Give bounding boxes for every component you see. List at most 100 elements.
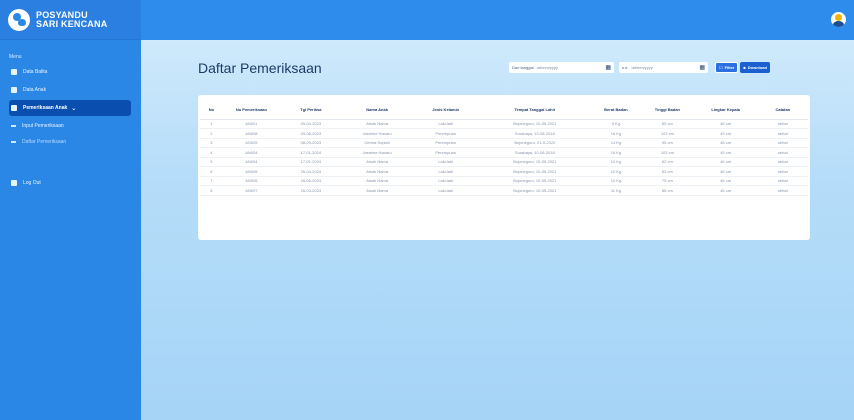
table-cell: 46 cm [693,166,758,177]
brand[interactable]: POSYANDU SARI KENCANA [0,0,141,40]
table-cell: Surabaya, 10-08-2018 [478,147,591,158]
filter-button-label: Filter [724,65,735,70]
start-date-input[interactable]: Dari tanggal dd/mm/yyyy ▦ [509,62,614,73]
table-cell: sehat [757,128,808,139]
table-cell: sehat [757,185,808,196]
table-cell: AN004 [222,147,280,158]
column-header: Jenis Kelamin [412,101,479,120]
column-header: Tgl Periksa [279,101,342,120]
table-cell: 8 [200,185,223,196]
sidebar: POSYANDU SARI KENCANA Menu Data Balita D… [0,0,141,420]
sidebar-item-label: Data Anak [23,87,47,93]
menu-heading: Menu [9,54,22,60]
table-cell: Perempuan [412,147,479,158]
table-cell: 05-04-2023 [279,119,342,129]
table-cell: 26-04-2024 [279,166,342,177]
table-row[interactable]: 6 AN005 26-04-2024 Aisah Nama Laki-laki Bojon… [200,166,808,177]
table-cell: 82 cm [641,157,694,167]
table-cell: 11 Kg [590,185,642,196]
table-row[interactable]: 7 AN005 26-06-2024 Aisah Nama Laki-laki Bojon… [200,176,808,186]
table-cell: sehat [757,157,808,167]
table-cell: 08-09-2023 [279,138,342,148]
table-cell: 103 cm [641,147,694,158]
table-cell: sehat [757,176,808,186]
submenu-item-input-pemeriksaan[interactable]: Input Pemeriksaan [9,118,131,133]
table-row[interactable]: 3 AN009 08-09-2023 Gerina Sopiah Perempuan Bo… [200,138,808,148]
calendar-icon[interactable]: ▦ [699,64,705,71]
column-header: Nama Anak [341,101,413,120]
table-cell: Laki-laki [412,119,479,129]
end-date-label: s.d. [622,65,629,70]
table-cell: 9 Kg [590,119,642,129]
table-cell: 3 [200,138,223,148]
user-avatar-icon[interactable] [831,12,846,27]
column-header: No Pemeriksaan [222,101,280,120]
table-cell: 75 cm [641,176,694,186]
table-cell: 103 cm [641,128,694,139]
download-icon: ■ [743,65,746,70]
calendar-icon[interactable]: ▦ [605,64,611,71]
table-cell: sehat [757,166,808,177]
table-row[interactable]: 5 AN004 17-01-2024 Aisah Nama Laki-laki Bojon… [200,157,808,167]
table-cell: AN007 [222,185,280,196]
sidebar-item-pemeriksaan-anak[interactable]: Pemeriksaan Anak ⌄ [9,100,131,116]
table-row[interactable]: 1 AN001 05-04-2023 Aisah Nama Laki-laki Bojon… [200,119,808,129]
start-date-placeholder: dd/mm/yyyy [536,65,558,70]
sidebar-item-logout[interactable]: Log Out [9,175,131,191]
submenu-dash-icon [11,124,16,127]
sidebar-item-data-anak[interactable]: Data Anak [9,82,131,98]
sidebar-item-label: Data Balita [23,69,48,75]
download-button[interactable]: ■ Download [740,62,770,73]
table-cell: 80 cm [641,119,694,129]
table-cell: Perempuan [412,138,479,148]
database-icon [11,69,17,75]
brand-line2: SARI KENCANA [36,18,108,29]
table-cell: 46 cm [693,119,758,129]
examination-table-card: No No Pemeriksaan Tgl Periksa Nama Anak … [198,95,810,240]
column-header: Lingkar Kepala [693,101,758,120]
table-cell: 83 cm [641,166,694,177]
filter-bar: Dari tanggal dd/mm/yyyy ▦ s.d. dd/mm/yyy… [509,62,770,73]
table-cell: Bojonegoro, 10-05-2021 [478,185,591,196]
logout-icon [11,180,17,186]
sidebar-item-data-balita[interactable]: Data Balita [9,64,131,80]
column-header: Tinggi Badan [641,101,694,120]
brand-text: POSYANDU SARI KENCANA [36,10,108,29]
child-icon [11,87,17,93]
table-cell: AN005 [222,166,280,177]
table-cell: Laki-laki [412,185,479,196]
end-date-input[interactable]: s.d. dd/mm/yyyy ▦ [619,62,708,73]
table-cell: Laki-laki [412,157,479,167]
chevron-down-icon: ⌄ [71,105,77,112]
table-cell: Bojonegoro, 10-05-2021 [478,166,591,177]
table-cell: Aisah Nama [341,176,413,186]
table-cell: Bojonegoro, 10-05-2021 [478,119,591,129]
submenu-item-label: Input Pemeriksaan [22,122,64,129]
submenu-item-daftar-pemeriksaan[interactable]: Daftar Pemeriksaan [9,134,131,149]
submenu-item-label: Daftar Pemeriksaan [22,138,67,145]
table-cell: 46 cm [693,157,758,167]
column-header: Berat Badan [590,101,642,120]
table-cell: 14 Kg [590,138,642,148]
table-cell: 10 Kg [590,157,642,167]
table-cell: 16 Kg [590,128,642,139]
sidebar-item-label: Log Out [23,180,41,186]
start-date-label: Dari tanggal [512,65,534,70]
table-cell: 95 cm [641,138,694,148]
sidebar-item-label: Pemeriksaan Anak [23,105,68,111]
table-cell: 17-01-2024 [279,157,342,167]
posyandu-logo-icon [8,8,30,31]
topbar [141,0,854,40]
table-cell: 49 cm [693,147,758,158]
table-row[interactable]: 4 AN004 17-01-2024 Jasmine Hanaru Perempuan S… [200,147,808,158]
table-cell: Gerina Sopiah [341,138,413,148]
table-cell: 86 cm [641,185,694,196]
filter-button[interactable]: ☐ Filter [715,62,739,73]
table-row[interactable]: 8 AN007 26-03-2024 Aisah Nama Laki-laki Bojon… [200,185,808,196]
table-cell: 16 Kg [590,147,642,158]
table-header-row: No No Pemeriksaan Tgl Periksa Nama Anak … [200,101,808,120]
table-row[interactable]: 2 AN008 09-08-2023 Jasmine Hanaru Perempuan S… [200,128,808,139]
table-cell: Surabaya, 10-08-2018 [478,128,591,139]
table-cell: Bojonegoro, 21-9-2020 [478,138,591,148]
table-cell: 1 [200,119,223,129]
